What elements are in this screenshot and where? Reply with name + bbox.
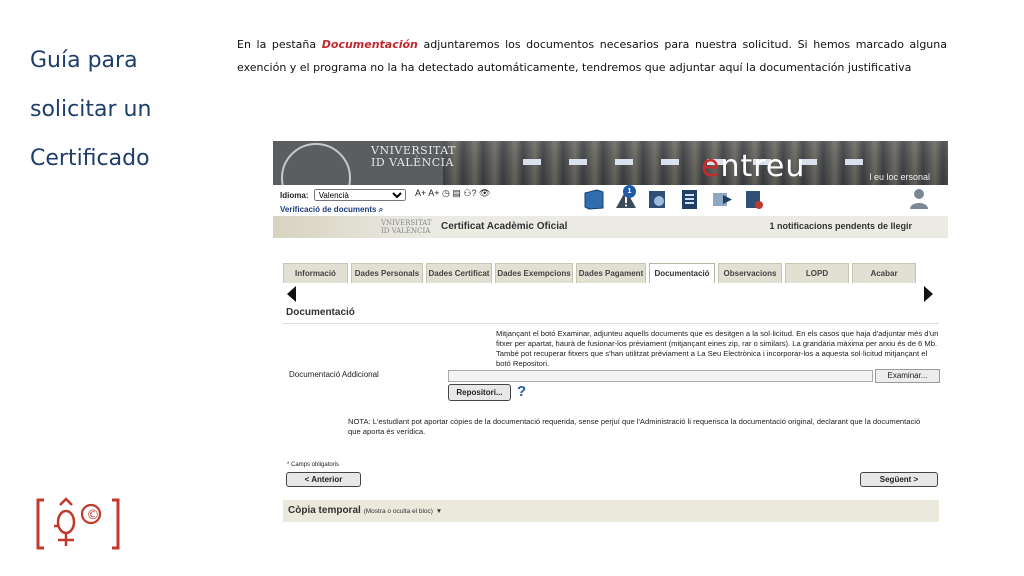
divider [283, 323, 939, 324]
personal-link[interactable]: l eu loc ersonal [869, 172, 930, 182]
tab-informacio[interactable]: Informació [283, 263, 348, 283]
user-icon[interactable] [908, 187, 930, 211]
exit-icon[interactable] [743, 187, 765, 211]
university-mini-logo: VNIVERSITAT ID VALÈNCIA [381, 219, 432, 235]
wizard-tabs: Informació Dades Personals Dades Certifi… [283, 263, 939, 283]
tab-lopd[interactable]: LOPD [785, 263, 849, 283]
language-selector: Idioma: Valencià [280, 189, 406, 201]
slide-title-line-3: Certificado [30, 146, 150, 171]
page-header: VNIVERSITAT ID VALÈNCIA Certificat Acadè… [273, 216, 948, 238]
app-banner: VNIVERSITAT ID VALÈNCIA entreu l eu loc … [273, 141, 948, 185]
accessibility-tools[interactable]: A+ A+ ◷ ▤ ⚇? 👁 [415, 188, 490, 199]
intro-emphasis: Documentación [321, 38, 418, 51]
slide-title-line-2: solicitar un [30, 97, 152, 122]
required-note: * Camps obligatoris [287, 462, 340, 468]
slide-title: Guía para solicitar un Certificado [30, 36, 220, 183]
brand-logo-icon: © [36, 497, 120, 550]
section-title: Documentació [286, 307, 355, 318]
note-text: NOTA: L'estudiant pot aportar còpies de … [348, 417, 921, 436]
folder-icon[interactable] [583, 187, 605, 211]
verify-documents-link[interactable]: Verificació de documents ⌕ [280, 205, 383, 215]
browse-button[interactable]: Examinar... [875, 369, 940, 383]
notifications-link[interactable]: 1 notificacions pendents de llegir [769, 221, 912, 231]
search-icon: ⌕ [378, 205, 384, 214]
next-button[interactable]: Següent > [860, 472, 938, 487]
tab-observacions[interactable]: Observacions [718, 263, 782, 283]
caret-down-icon[interactable]: ▼ [436, 508, 442, 515]
tab-dades-pagament[interactable]: Dades Pagament [576, 263, 646, 283]
payment-icon[interactable] [647, 187, 669, 211]
language-select[interactable]: Valencià [313, 189, 406, 201]
tab-acabar[interactable]: Acabar [852, 263, 916, 283]
copy-bar-subtitle: (Mostra o oculta el bloc) [363, 508, 433, 515]
entreu-logo: entreu [701, 149, 806, 184]
slide-title-line-1: Guía para [30, 48, 138, 73]
additional-docs-label: Documentació Addicional [289, 370, 379, 379]
entreu-screenshot: VNIVERSITAT ID VALÈNCIA entreu l eu loc … [273, 141, 948, 523]
next-arrow-icon[interactable] [924, 286, 933, 302]
previous-arrow-icon[interactable] [287, 286, 296, 302]
file-path-input[interactable] [448, 370, 873, 382]
university-name: VNIVERSITAT ID VALÈNCIA [371, 144, 456, 169]
app-toolbar: Idioma: Valencià A+ A+ ◷ ▤ ⚇? 👁 Verifica… [273, 185, 948, 215]
page-title: Certificat Acadèmic Oficial [441, 221, 568, 232]
tab-dades-exempcions[interactable]: Dades Exempcions [495, 263, 573, 283]
tab-dades-personals[interactable]: Dades Personals [351, 263, 423, 283]
copy-bar-title: Còpia temporal [288, 505, 361, 516]
repository-button[interactable]: Repositori... [448, 384, 511, 401]
intro-paragraph: En la pestaña Documentación adjuntaremos… [237, 33, 947, 79]
help-text: Mitjançant el botó Examinar, adjunteu aq… [496, 329, 939, 368]
temporary-copy-bar[interactable]: Còpia temporal (Mostra o oculta el bloc)… [283, 500, 939, 522]
svg-text:©: © [87, 508, 100, 523]
help-icon[interactable]: ? [517, 383, 526, 400]
notification-badge: 1 [623, 185, 636, 198]
documents-icon[interactable] [679, 187, 701, 211]
tab-documentacio[interactable]: Documentació [649, 263, 715, 283]
intro-prefix: En la pestaña [237, 38, 322, 51]
tab-dades-certificat[interactable]: Dades Certificat [426, 263, 492, 283]
send-icon[interactable] [711, 187, 733, 211]
previous-button[interactable]: < Anterior [286, 472, 361, 487]
